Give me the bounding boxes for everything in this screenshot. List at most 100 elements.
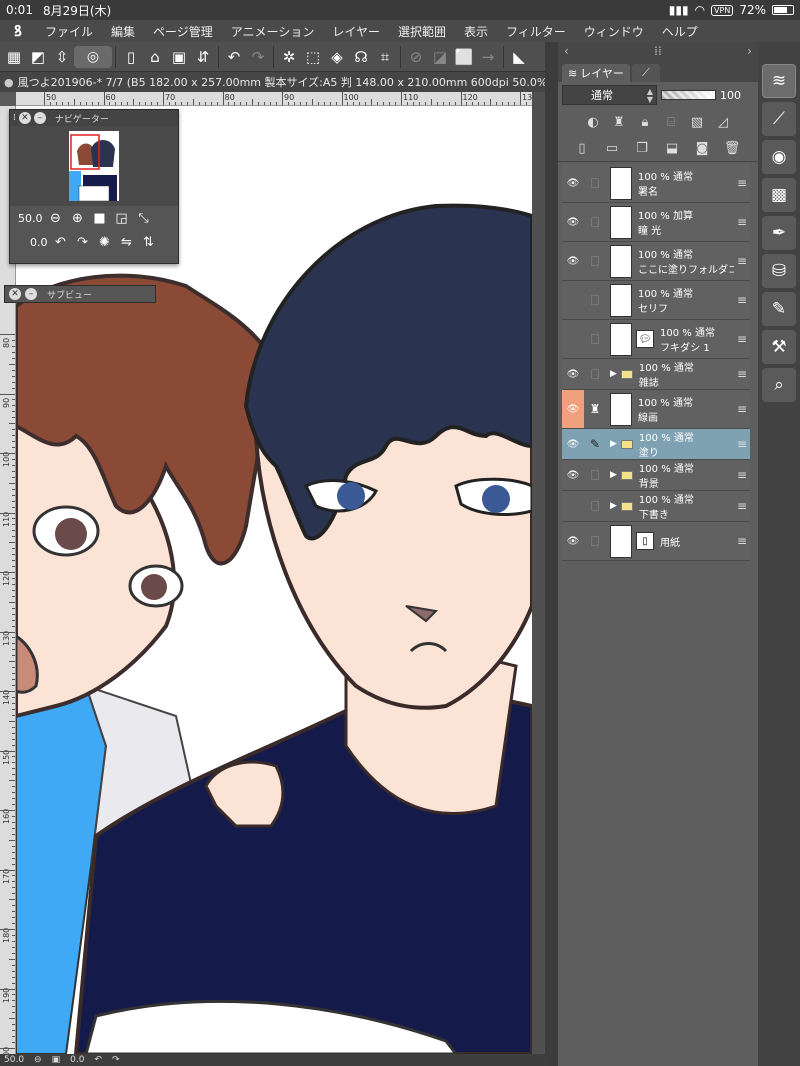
clip-icon[interactable]: ◐ <box>584 112 602 132</box>
layer-lock-toggle[interactable] <box>584 242 606 280</box>
bottom-zoom-value[interactable]: 50.0 <box>4 1055 24 1065</box>
eraser-icon[interactable]: ◈ <box>325 45 349 69</box>
arrows-icon[interactable]: ⇵ <box>191 45 215 69</box>
folder-expand-icon[interactable]: ▶ <box>610 369 617 379</box>
lock-transparency-icon[interactable]: ⌸ <box>662 112 680 132</box>
folder-expand-icon[interactable]: ▶ <box>610 439 617 449</box>
layer-lock-toggle[interactable]: ✎ <box>584 429 606 459</box>
mask-icon[interactable]: ◙ <box>692 139 712 159</box>
ruler-layer-icon[interactable]: ◿ <box>714 112 732 132</box>
actual-size-icon[interactable]: ■ <box>91 209 109 227</box>
layer-lock-toggle[interactable] <box>584 460 606 490</box>
menu-view[interactable]: 表示 <box>455 23 497 40</box>
layer-lock-toggle[interactable] <box>584 491 606 521</box>
deselect-icon[interactable]: ⊘ <box>404 45 428 69</box>
layer-row[interactable]: 👁︎100 % 通常セリフ≡ <box>562 281 750 320</box>
tab-layer[interactable]: ≋ レイヤー <box>562 64 630 82</box>
close-icon[interactable]: ✕ <box>9 288 21 300</box>
layer-lock-toggle[interactable] <box>584 164 606 202</box>
layer-row[interactable]: 👁︎ 100 % 通常 署名 ≡ <box>562 164 750 203</box>
redo-icon[interactable]: ↷ <box>246 45 270 69</box>
layer-menu-icon[interactable]: ≡ <box>734 534 750 548</box>
menu-animation[interactable]: アニメーション <box>222 23 324 40</box>
arrow-right-icon[interactable]: → <box>476 45 500 69</box>
navigator-thumbnail[interactable] <box>69 131 119 201</box>
menu-layer[interactable]: レイヤー <box>323 23 389 40</box>
subview-palette[interactable]: ✕ – サブビュー <box>4 285 156 303</box>
grip-icon[interactable]: ⁞⁞ <box>654 44 662 58</box>
zoom-in-icon[interactable]: ⊕ <box>69 209 87 227</box>
layer-lock-toggle[interactable] <box>584 359 606 389</box>
menu-help[interactable]: ヘルプ <box>653 23 707 40</box>
close-icon[interactable]: ✕ <box>18 112 31 124</box>
bottom-rotation-value[interactable]: 0.0 <box>70 1055 84 1065</box>
rotate-right-icon[interactable]: ↷ <box>74 233 92 251</box>
navigator-preview-area[interactable] <box>10 126 178 206</box>
visibility-eye-icon[interactable]: 👁︎ <box>562 178 584 189</box>
fill-tool-button[interactable]: ⛁ <box>762 254 796 288</box>
updown-arrows-icon[interactable]: ⇳ <box>50 45 74 69</box>
visibility-eye-icon[interactable]: 👁︎ <box>562 369 584 380</box>
pen-tool-icon[interactable]: ◣ <box>507 45 531 69</box>
layers-palette-button[interactable]: ≋ <box>762 64 796 98</box>
fit-window-icon[interactable]: ◲ <box>113 209 131 227</box>
app-logo-icon[interactable]: ꝸ <box>0 21 36 41</box>
visibility-eye-icon[interactable]: 👁︎ <box>562 470 584 481</box>
visibility-eye-icon[interactable]: 👁︎ <box>562 334 584 345</box>
layer-menu-icon[interactable]: ≡ <box>734 293 750 307</box>
invert-icon[interactable]: ◪ <box>428 45 452 69</box>
layer-row[interactable]: 👁︎ ▯ 用紙 ≡ <box>562 522 750 561</box>
layer-row[interactable]: 👁︎ ▶ 100 % 通常 雑誌 ≡ <box>562 359 750 390</box>
minimize-icon[interactable]: – <box>25 288 37 300</box>
layer-menu-icon[interactable]: ≡ <box>734 215 750 229</box>
bottom-fit-icon[interactable]: ▣ <box>52 1055 61 1065</box>
visibility-eye-icon[interactable]: 👁︎ <box>562 390 584 428</box>
menu-edit[interactable]: 編集 <box>102 23 144 40</box>
lock-icon[interactable]: 🔒︎ <box>636 112 654 132</box>
bottom-rotate-left-icon[interactable]: ↶ <box>94 1055 102 1065</box>
layer-lock-toggle[interactable]: ♜ <box>584 390 606 428</box>
zoom-out-icon[interactable]: ⊖ <box>47 209 65 227</box>
folder-expand-icon[interactable]: ▶ <box>610 501 617 511</box>
search-button[interactable]: ⌕ <box>762 368 796 402</box>
tool-property-button[interactable]: ⚒ <box>762 330 796 364</box>
collapse-right-icon[interactable]: › <box>747 44 752 58</box>
new-folder-icon[interactable]: ❐ <box>632 139 652 159</box>
blend-mode-select[interactable]: 通常 ▲ ▼ <box>562 85 657 105</box>
spiral-icon[interactable]: ◎ <box>74 45 112 68</box>
opacity-slider[interactable] <box>661 90 716 100</box>
color-wheel-button[interactable]: ◉ <box>762 140 796 174</box>
menu-file[interactable]: ファイル <box>36 23 102 40</box>
visibility-eye-icon[interactable]: 👁︎ <box>562 295 584 306</box>
reference-layer-icon[interactable]: ♜ <box>610 112 628 132</box>
layer-lock-toggle[interactable] <box>584 320 606 358</box>
visibility-eye-icon[interactable]: 👁︎ <box>562 439 584 450</box>
reset-rotation-icon[interactable]: ✺ <box>96 233 114 251</box>
sub-tool-button[interactable]: ✎ <box>762 292 796 326</box>
bottom-rotate-right-icon[interactable]: ↷ <box>112 1055 120 1065</box>
layer-row[interactable]: 👁︎ ♜ 100 % 通常 線画 ≡ <box>562 390 750 429</box>
visibility-eye-icon[interactable]: 👁︎ <box>562 217 584 228</box>
visibility-eye-icon[interactable]: 👁︎ <box>562 501 584 512</box>
drag-handle-icon[interactable]: ⁞ <box>13 113 16 123</box>
transform-icon[interactable]: ⬚ <box>301 45 325 69</box>
new-vector-layer-icon[interactable]: ▭ <box>602 139 622 159</box>
layer-row[interactable]: 👁︎ 100 % 加算瞳 光 ≡ <box>562 203 750 242</box>
navigator-header[interactable]: ⁞ ✕ – ナビゲーター <box>10 110 178 126</box>
layer-menu-icon[interactable]: ≡ <box>734 437 750 451</box>
bottom-zoom-out-icon[interactable]: ⊖ <box>34 1055 42 1065</box>
navigator-rotation-value[interactable]: 0.0 <box>30 236 48 249</box>
layer-lock-toggle[interactable] <box>584 522 606 560</box>
flip-vertical-icon[interactable]: ⇅ <box>140 233 158 251</box>
canvas-scrollbar[interactable] <box>532 92 545 1054</box>
menu-window[interactable]: ウィンドウ <box>575 23 653 40</box>
undo-icon[interactable]: ↶ <box>222 45 246 69</box>
layer-row[interactable]: 👁︎💬︎100 % 通常フキダシ 1≡ <box>562 320 750 359</box>
sparkle-icon[interactable]: ✲ <box>277 45 301 69</box>
layer-menu-icon[interactable]: ≡ <box>734 402 750 416</box>
layer-row[interactable]: 👁︎ ▶ 100 % 通常 背景 ≡ <box>562 460 750 491</box>
color-set-button[interactable]: ▩ <box>762 178 796 212</box>
rotate-left-icon[interactable]: ↶ <box>52 233 70 251</box>
selection-box-icon[interactable]: ⬜ <box>452 45 476 69</box>
trash-icon[interactable]: 🗑︎ <box>722 139 742 159</box>
